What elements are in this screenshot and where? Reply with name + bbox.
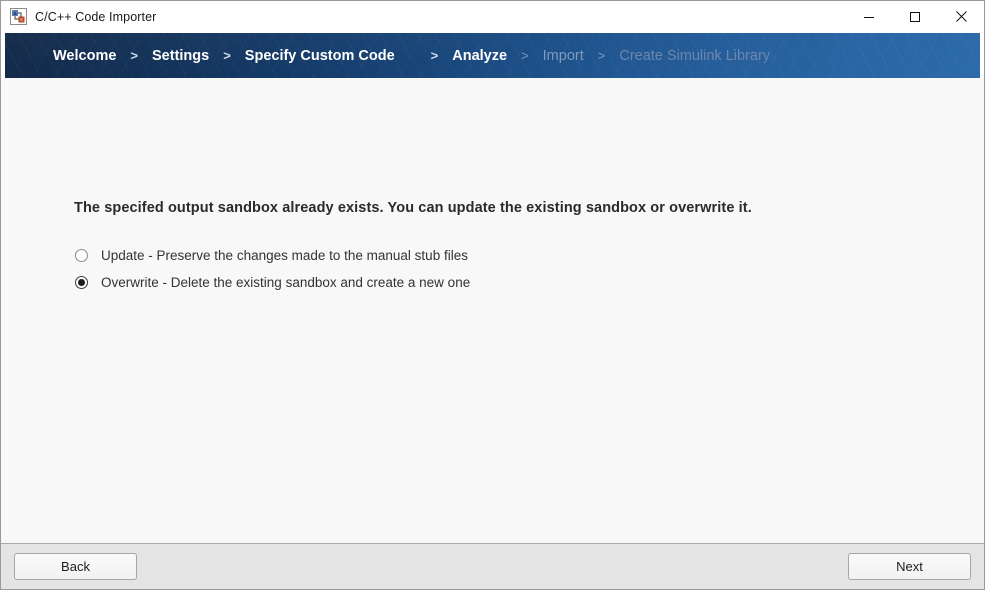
- radio-label-update: Update - Preserve the changes made to th…: [101, 248, 468, 263]
- wizard-step-welcome[interactable]: Welcome: [53, 48, 116, 64]
- back-button[interactable]: Back: [14, 553, 137, 580]
- step-separator: >: [597, 48, 606, 63]
- app-window: C/C++ Code Importer Welcome > Settings >…: [0, 0, 985, 590]
- simulink-importer-icon: [10, 8, 27, 25]
- next-button[interactable]: Next: [848, 553, 971, 580]
- step-separator: >: [223, 48, 231, 63]
- wizard-step-bar: Welcome > Settings > Specify Custom Code…: [5, 33, 980, 78]
- page-heading: The specifed output sandbox already exis…: [74, 200, 752, 216]
- wizard-step-specify-custom-code[interactable]: Specify Custom Code: [245, 48, 395, 64]
- radio-circle-selected-icon[interactable]: [75, 276, 88, 289]
- window-controls: [846, 1, 984, 32]
- step-separator: >: [521, 48, 529, 63]
- step-separator: >: [430, 48, 439, 63]
- wizard-step-settings[interactable]: Settings: [152, 48, 209, 64]
- minimize-icon: [863, 11, 875, 23]
- radio-option-update[interactable]: Update - Preserve the changes made to th…: [74, 242, 470, 269]
- title-bar-left: C/C++ Code Importer: [1, 8, 156, 25]
- step-header-container: Welcome > Settings > Specify Custom Code…: [1, 32, 984, 78]
- minimize-button[interactable]: [846, 1, 892, 32]
- maximize-icon: [909, 11, 921, 23]
- wizard-step-import: Import: [542, 47, 584, 64]
- content-area: The specifed output sandbox already exis…: [1, 78, 984, 543]
- footer-bar: Back Next: [1, 544, 984, 589]
- maximize-button[interactable]: [892, 1, 938, 32]
- wizard-step-create-simulink-library: Create Simulink Library: [619, 47, 771, 64]
- window-title: C/C++ Code Importer: [35, 9, 157, 24]
- wizard-step-analyze[interactable]: Analyze: [452, 48, 507, 64]
- sandbox-action-radio-group: Update - Preserve the changes made to th…: [74, 242, 470, 296]
- title-bar: C/C++ Code Importer: [1, 1, 984, 32]
- step-separator: >: [130, 48, 138, 63]
- radio-label-overwrite: Overwrite - Delete the existing sandbox …: [101, 275, 471, 290]
- radio-option-overwrite[interactable]: Overwrite - Delete the existing sandbox …: [74, 269, 470, 296]
- close-icon: [955, 10, 968, 23]
- radio-circle-icon[interactable]: [75, 249, 88, 262]
- close-button[interactable]: [938, 1, 984, 32]
